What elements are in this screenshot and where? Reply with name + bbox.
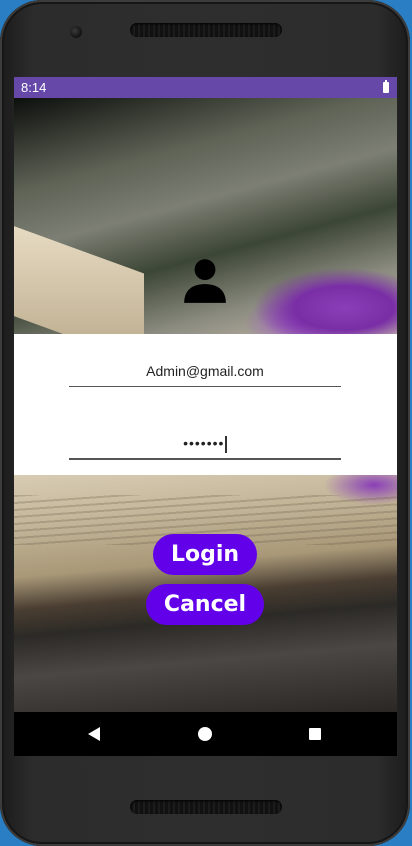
top-speaker xyxy=(130,23,282,37)
cancel-button[interactable]: Cancel xyxy=(146,584,264,625)
email-value: Admin@gmail.com xyxy=(146,363,264,379)
password-value: ••••••• xyxy=(183,435,225,451)
navigation-bar xyxy=(14,712,397,756)
device-screen: 8:14 Admin@gmail.com ••••••• Login Cance… xyxy=(14,77,397,756)
battery-icon xyxy=(383,80,389,93)
status-time: 8:14 xyxy=(21,80,47,95)
recent-apps-icon[interactable] xyxy=(309,728,321,740)
password-field[interactable]: ••••••• xyxy=(69,428,341,460)
text-cursor xyxy=(225,435,227,453)
home-icon[interactable] xyxy=(198,727,212,741)
bottom-speaker xyxy=(130,800,282,814)
phone-frame: 8:14 Admin@gmail.com ••••••• Login Cance… xyxy=(0,0,410,846)
person-icon xyxy=(184,259,226,303)
front-camera xyxy=(70,26,82,38)
login-screen: Admin@gmail.com ••••••• Login Cancel xyxy=(14,98,397,712)
status-bar: 8:14 xyxy=(14,77,397,98)
login-button[interactable]: Login xyxy=(153,534,257,575)
back-icon[interactable] xyxy=(88,727,100,741)
email-field[interactable]: Admin@gmail.com xyxy=(69,356,341,387)
credentials-form: Admin@gmail.com ••••••• xyxy=(14,334,397,475)
